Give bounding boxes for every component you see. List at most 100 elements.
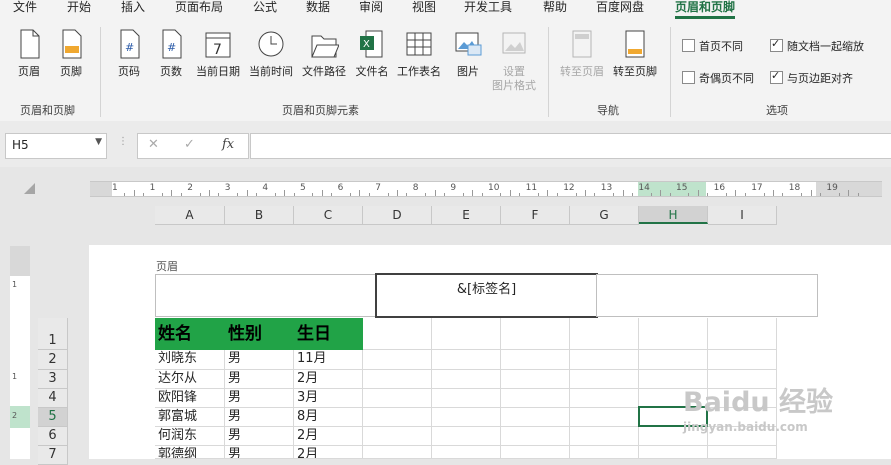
empty-cell[interactable]: [432, 318, 501, 350]
empty-cell[interactable]: [570, 370, 639, 389]
empty-cell[interactable]: [501, 370, 570, 389]
picture-button[interactable]: 图片: [450, 27, 486, 79]
align-margins-checkbox[interactable]: [770, 69, 783, 84]
table-cell[interactable]: 何润东: [155, 427, 225, 446]
table-cell[interactable]: 欧阳锋: [155, 389, 225, 408]
empty-cell[interactable]: [363, 389, 432, 408]
header-right-section[interactable]: [596, 274, 818, 317]
table-cell[interactable]: 2月: [294, 446, 363, 459]
empty-cell[interactable]: [363, 370, 432, 389]
table-cell[interactable]: 男: [225, 370, 294, 389]
row-header-3[interactable]: 3: [38, 370, 68, 389]
tab-home[interactable]: 开始: [67, 0, 91, 19]
empty-cell[interactable]: [501, 408, 570, 427]
table-cell[interactable]: 男: [225, 446, 294, 459]
name-box[interactable]: H5 ▼: [5, 133, 107, 159]
row-header-1[interactable]: 1: [38, 318, 68, 350]
empty-cell[interactable]: [708, 318, 777, 350]
tab-data[interactable]: 数据: [306, 0, 330, 19]
formula-input[interactable]: [250, 133, 891, 159]
table-header-cell[interactable]: 生日: [294, 318, 363, 350]
empty-cell[interactable]: [363, 427, 432, 446]
empty-cell[interactable]: [363, 408, 432, 427]
tab-formulas[interactable]: 公式: [253, 0, 277, 19]
table-cell[interactable]: 刘晓东: [155, 350, 225, 370]
empty-cell[interactable]: [501, 318, 570, 350]
tab-help[interactable]: 帮助: [543, 0, 567, 19]
goto-header-button[interactable]: 转至页眉: [557, 27, 607, 79]
current-date-button[interactable]: 7 当前日期: [193, 27, 243, 79]
row-header-7[interactable]: 7: [38, 446, 68, 465]
empty-cell[interactable]: [501, 389, 570, 408]
diff-odd-even-checkbox[interactable]: [682, 71, 695, 84]
resize-dots-icon[interactable]: ⋮: [118, 136, 128, 147]
empty-cell[interactable]: [363, 350, 432, 370]
row-header-5[interactable]: 5: [38, 408, 68, 427]
footer-button[interactable]: 页脚: [52, 27, 90, 79]
empty-cell[interactable]: [708, 350, 777, 370]
table-header-cell[interactable]: 性别: [225, 318, 294, 350]
header-left-section[interactable]: [155, 274, 377, 317]
row-header-4[interactable]: 4: [38, 389, 68, 408]
chevron-down-icon[interactable]: ▼: [95, 137, 102, 147]
current-time-button[interactable]: 当前时间: [246, 27, 296, 79]
empty-cell[interactable]: [570, 427, 639, 446]
empty-cell[interactable]: [432, 389, 501, 408]
column-header-e[interactable]: E: [432, 206, 501, 225]
column-header-c[interactable]: C: [294, 206, 363, 225]
table-header-cell[interactable]: 姓名: [155, 318, 225, 350]
diff-first-checkbox[interactable]: [682, 39, 695, 52]
empty-cell[interactable]: [570, 350, 639, 370]
row-header-2[interactable]: 2: [38, 350, 68, 370]
table-cell[interactable]: 2月: [294, 370, 363, 389]
table-cell[interactable]: 达尔从: [155, 370, 225, 389]
empty-cell[interactable]: [639, 350, 708, 370]
format-picture-button[interactable]: 设置 图片格式: [489, 27, 539, 93]
select-all-corner-icon[interactable]: [24, 183, 35, 194]
column-header-d[interactable]: D: [363, 206, 432, 225]
empty-cell[interactable]: [432, 350, 501, 370]
empty-cell[interactable]: [501, 446, 570, 459]
empty-cell[interactable]: [432, 427, 501, 446]
tab-header-footer[interactable]: 页眉和页脚: [675, 0, 736, 19]
tab-file[interactable]: 文件: [13, 0, 37, 19]
page-number-button[interactable]: # 页码: [110, 27, 148, 79]
table-cell[interactable]: 郭富城: [155, 408, 225, 427]
goto-footer-button[interactable]: 转至页脚: [610, 27, 660, 79]
table-cell[interactable]: 8月: [294, 408, 363, 427]
empty-cell[interactable]: [639, 446, 708, 459]
tab-baidu-netdisk[interactable]: 百度网盘: [596, 0, 644, 19]
table-cell[interactable]: 男: [225, 408, 294, 427]
row-header-6[interactable]: 6: [38, 427, 68, 446]
scale-with-doc-checkbox[interactable]: [770, 37, 783, 52]
empty-cell[interactable]: [570, 318, 639, 350]
table-cell[interactable]: 2月: [294, 427, 363, 446]
tab-page-layout[interactable]: 页面布局: [175, 0, 223, 19]
empty-cell[interactable]: [570, 389, 639, 408]
tab-developer[interactable]: 开发工具: [464, 0, 512, 19]
file-path-button[interactable]: 文件路径: [299, 27, 349, 79]
column-header-i[interactable]: I: [708, 206, 777, 225]
tab-view[interactable]: 视图: [412, 0, 436, 19]
column-header-b[interactable]: B: [225, 206, 294, 225]
table-cell[interactable]: 3月: [294, 389, 363, 408]
table-cell[interactable]: 男: [225, 350, 294, 370]
header-center-section[interactable]: &[标签名]: [375, 273, 598, 318]
table-cell[interactable]: 男: [225, 427, 294, 446]
empty-cell[interactable]: [501, 427, 570, 446]
file-name-button[interactable]: X 文件名: [352, 27, 392, 79]
enter-icon[interactable]: ✓: [184, 137, 195, 152]
empty-cell[interactable]: [708, 446, 777, 459]
tab-insert[interactable]: 插入: [121, 0, 145, 19]
sheet-name-button[interactable]: 工作表名: [395, 27, 443, 79]
empty-cell[interactable]: [432, 370, 501, 389]
empty-cell[interactable]: [501, 350, 570, 370]
column-header-h[interactable]: H: [639, 206, 708, 224]
tab-review[interactable]: 审阅: [359, 0, 383, 19]
empty-cell[interactable]: [639, 318, 708, 350]
insert-function-icon[interactable]: fx: [222, 137, 234, 152]
table-cell[interactable]: 11月: [294, 350, 363, 370]
empty-cell[interactable]: [432, 408, 501, 427]
column-header-g[interactable]: G: [570, 206, 639, 225]
cancel-icon[interactable]: ✕: [148, 137, 159, 152]
